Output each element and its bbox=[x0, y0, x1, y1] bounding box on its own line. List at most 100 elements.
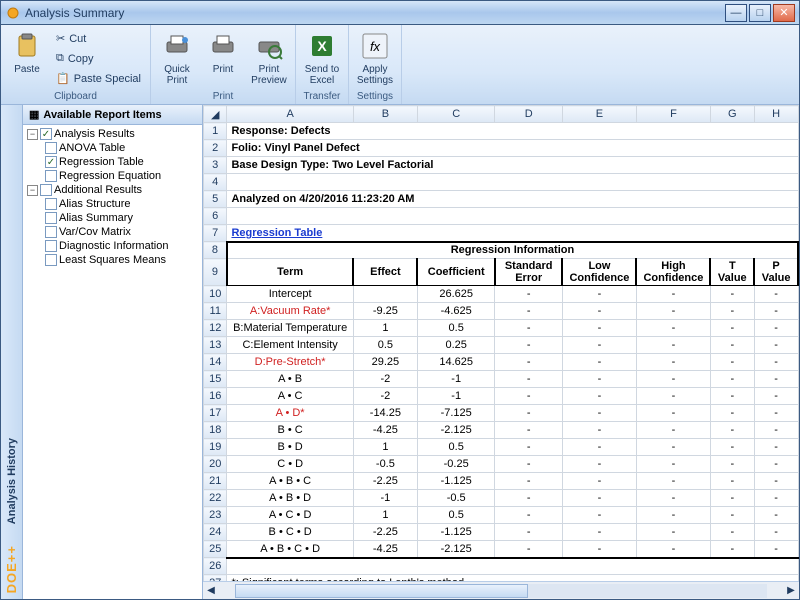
minimize-button[interactable]: — bbox=[725, 4, 747, 22]
scroll-right-icon[interactable]: ▶ bbox=[783, 583, 799, 599]
spreadsheet[interactable]: ◢ A B C D E F G H 1Response: Defects2Fol… bbox=[203, 105, 799, 581]
cell[interactable]: 0.5 bbox=[417, 320, 494, 337]
cell[interactable]: - bbox=[636, 473, 710, 490]
checkbox[interactable] bbox=[45, 254, 57, 266]
cell[interactable]: - bbox=[495, 371, 563, 388]
cell[interactable]: - bbox=[636, 439, 710, 456]
row-header[interactable]: 11 bbox=[204, 303, 227, 320]
cell[interactable]: - bbox=[495, 490, 563, 507]
cell[interactable]: - bbox=[710, 541, 754, 558]
cell[interactable]: - bbox=[636, 490, 710, 507]
checkbox[interactable]: ✓ bbox=[45, 156, 57, 168]
cell[interactable]: - bbox=[562, 422, 636, 439]
cell[interactable]: - bbox=[495, 507, 563, 524]
cell[interactable] bbox=[353, 286, 417, 303]
cell[interactable]: - bbox=[495, 303, 563, 320]
cell[interactable]: -1 bbox=[353, 490, 417, 507]
cell[interactable]: - bbox=[495, 286, 563, 303]
cell[interactable]: - bbox=[562, 405, 636, 422]
cell[interactable]: A • C • D bbox=[227, 507, 353, 524]
cell[interactable]: Analyzed on 4/20/2016 11:23:20 AM bbox=[227, 191, 798, 208]
cell[interactable]: - bbox=[754, 286, 798, 303]
collapse-icon[interactable]: − bbox=[27, 185, 38, 196]
cell[interactable]: - bbox=[710, 507, 754, 524]
cell[interactable]: - bbox=[636, 388, 710, 405]
cell[interactable]: P Value bbox=[754, 259, 798, 286]
row-header[interactable]: 1 bbox=[204, 123, 227, 140]
row-header[interactable]: 19 bbox=[204, 439, 227, 456]
print-preview-button[interactable]: Print Preview bbox=[247, 27, 291, 90]
row-header[interactable]: 7 bbox=[204, 225, 227, 242]
cell[interactable]: - bbox=[754, 439, 798, 456]
cell[interactable]: - bbox=[710, 303, 754, 320]
cell[interactable]: -2.25 bbox=[353, 524, 417, 541]
cell[interactable]: A • B • D bbox=[227, 490, 353, 507]
checkbox[interactable] bbox=[45, 212, 57, 224]
cell[interactable]: - bbox=[562, 541, 636, 558]
tree-item[interactable]: ANOVA Table bbox=[23, 141, 202, 155]
collapse-icon[interactable]: − bbox=[27, 129, 38, 140]
col-header-F[interactable]: F bbox=[636, 106, 710, 123]
cell[interactable]: A:Vacuum Rate* bbox=[227, 303, 353, 320]
cell[interactable]: Response: Defects bbox=[227, 123, 798, 140]
cell[interactable]: -0.5 bbox=[417, 490, 494, 507]
cell[interactable]: - bbox=[636, 371, 710, 388]
cell[interactable]: - bbox=[754, 337, 798, 354]
cell[interactable]: - bbox=[754, 541, 798, 558]
cell[interactable]: - bbox=[495, 422, 563, 439]
cell[interactable]: Regression Information bbox=[227, 242, 798, 259]
checkbox[interactable] bbox=[45, 198, 57, 210]
apply-settings-button[interactable]: fx Apply Settings bbox=[353, 27, 397, 90]
cell[interactable] bbox=[227, 558, 798, 575]
cell[interactable]: - bbox=[636, 524, 710, 541]
cell[interactable] bbox=[227, 208, 798, 225]
cell[interactable]: - bbox=[710, 473, 754, 490]
row-header[interactable]: 24 bbox=[204, 524, 227, 541]
cell[interactable]: -1 bbox=[417, 388, 494, 405]
cell[interactable]: -2 bbox=[353, 371, 417, 388]
cell[interactable]: A • B bbox=[227, 371, 353, 388]
close-button[interactable]: ✕ bbox=[773, 4, 795, 22]
cell[interactable]: - bbox=[495, 388, 563, 405]
cell[interactable]: - bbox=[754, 354, 798, 371]
cell[interactable]: B • C • D bbox=[227, 524, 353, 541]
cell[interactable]: 29.25 bbox=[353, 354, 417, 371]
cell[interactable] bbox=[227, 174, 798, 191]
paste-button[interactable]: Paste bbox=[5, 27, 49, 90]
cell[interactable]: 1 bbox=[353, 507, 417, 524]
cell[interactable]: - bbox=[636, 354, 710, 371]
cell[interactable]: - bbox=[710, 490, 754, 507]
cell[interactable]: 0.5 bbox=[417, 439, 494, 456]
cell[interactable]: -9.25 bbox=[353, 303, 417, 320]
analysis-history-tab[interactable]: Analysis History bbox=[6, 438, 18, 524]
cell[interactable]: B • C bbox=[227, 422, 353, 439]
cell[interactable]: - bbox=[562, 303, 636, 320]
row-header[interactable]: 21 bbox=[204, 473, 227, 490]
tree-item[interactable]: Least Squares Means bbox=[23, 253, 202, 267]
cell[interactable]: A • D* bbox=[227, 405, 353, 422]
cell[interactable]: - bbox=[636, 320, 710, 337]
row-header[interactable]: 4 bbox=[204, 174, 227, 191]
tree-item[interactable]: ✓ Regression Table bbox=[23, 155, 202, 169]
cell[interactable]: Low Confidence bbox=[562, 259, 636, 286]
scroll-thumb[interactable] bbox=[235, 584, 528, 598]
row-header[interactable]: 10 bbox=[204, 286, 227, 303]
horizontal-scrollbar[interactable]: ◀ ▶ bbox=[203, 581, 799, 599]
cell[interactable]: - bbox=[636, 422, 710, 439]
cell[interactable]: - bbox=[754, 507, 798, 524]
checkbox[interactable] bbox=[45, 240, 57, 252]
cell[interactable]: 14.625 bbox=[417, 354, 494, 371]
row-header[interactable]: 2 bbox=[204, 140, 227, 157]
cell[interactable]: - bbox=[495, 473, 563, 490]
cell[interactable]: - bbox=[710, 405, 754, 422]
col-header-C[interactable]: C bbox=[417, 106, 494, 123]
tree-item[interactable]: Var/Cov Matrix bbox=[23, 225, 202, 239]
copy-button[interactable]: ⧉Copy bbox=[51, 49, 146, 68]
row-header[interactable]: 6 bbox=[204, 208, 227, 225]
cell[interactable]: -1.125 bbox=[417, 473, 494, 490]
cell[interactable]: - bbox=[754, 320, 798, 337]
checkbox[interactable] bbox=[40, 184, 52, 196]
quick-print-button[interactable]: Quick Print bbox=[155, 27, 199, 90]
cell[interactable]: - bbox=[754, 524, 798, 541]
row-header[interactable]: 13 bbox=[204, 337, 227, 354]
